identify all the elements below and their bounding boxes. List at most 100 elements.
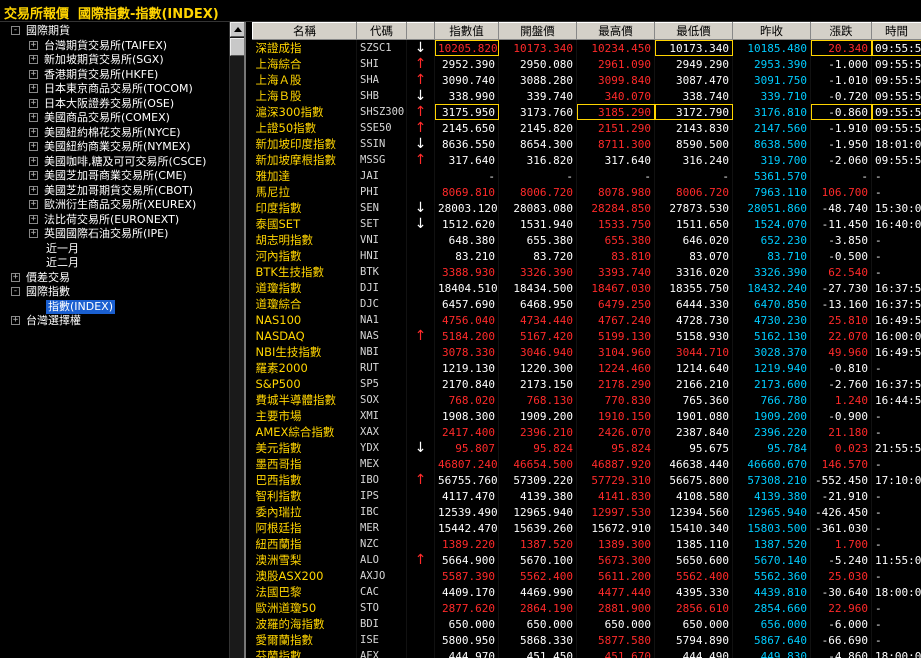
table-row[interactable]: NBI生技指數 NBI 3078.330 3046.940 3104.960 3044.7… (252, 344, 921, 360)
table-row[interactable]: 新加坡印度指數 SSIN ↓ 8636.550 8654.300 8711.300 8590… (252, 136, 921, 152)
tree-item[interactable]: + 美國芝加哥商業交易所(CME) (0, 169, 228, 184)
table-row[interactable]: 上海Ａ股 SHA ↑ 3090.740 3088.280 3099.840 3087.470… (252, 72, 921, 88)
market-tree: - 國際期貨 + 台灣期貨交易所(TAIFEX) + 新加坡期貨交易所(SGX) + 香港期貨… (0, 24, 228, 329)
table-row[interactable]: 羅素2000 RUT 1219.130 1220.300 1224.460 1214.64… (252, 360, 921, 376)
tree-item[interactable]: + 美國咖啡,糖及可可交易所(CSCE) (0, 155, 228, 170)
table-row[interactable]: 印度指數 SEN ↓ 28003.120 28083.080 28284.850 27873… (252, 200, 921, 216)
table-row[interactable]: 歐洲道瓊50 STO 2877.620 2864.190 2881.900 2856.61… (252, 600, 921, 616)
column-header[interactable]: 最低價 (654, 22, 733, 40)
table-row[interactable]: 滬深300指數 SHSZ300 ↑ 3175.950 3173.760 3185.290 3… (252, 104, 921, 120)
column-header[interactable]: 開盤價 (498, 22, 577, 40)
table-row[interactable]: S&P500 SP5 2170.840 2173.150 2178.290 2166.21… (252, 376, 921, 392)
cell-open: 8654.300 (498, 136, 577, 152)
table-row[interactable]: NASDAQ NAS ↑ 5184.200 5167.420 5199.130 5158.9… (252, 328, 921, 344)
collapse-minus-icon[interactable]: - (11, 287, 20, 296)
expand-plus-icon[interactable]: + (29, 171, 38, 180)
column-header[interactable]: 最高價 (576, 22, 655, 40)
expand-plus-icon[interactable]: + (29, 55, 38, 64)
table-row[interactable]: 墨西哥指 MEX 46807.240 46654.500 46887.920 46638.… (252, 456, 921, 472)
expand-plus-icon[interactable]: + (29, 84, 38, 93)
table-row[interactable]: 道瓊指數 DJI 18404.510 18434.500 18467.030 18355.… (252, 280, 921, 296)
tree-item[interactable]: + 美國商品交易所(COMEX) (0, 111, 228, 126)
tree-item[interactable]: 近一月 (0, 242, 228, 257)
index-code: MEX (356, 456, 407, 472)
expand-plus-icon[interactable]: + (29, 40, 38, 50)
table-row[interactable]: AMEX綜合指數 XAX 2417.400 2396.210 2426.070 2387.… (252, 424, 921, 440)
table-row[interactable]: 新加坡摩根指數 MSSG ↑ 317.640 316.820 317.640 316.240… (252, 152, 921, 168)
expand-plus-icon[interactable]: + (29, 127, 38, 137)
index-name: BTK生技指數 (252, 264, 357, 280)
table-row[interactable]: 美元指數 YDX ↓ 95.807 95.824 95.824 95.675 95.784 0.… (252, 440, 921, 456)
tree-item[interactable]: + 價差交易 (0, 271, 228, 286)
expand-plus-icon[interactable]: + (29, 185, 38, 195)
tree-item[interactable]: 近二月 (0, 256, 228, 271)
table-row[interactable]: 雅加達 JAI - - - -5361.570- - (252, 168, 921, 184)
expand-plus-icon[interactable]: + (29, 156, 38, 166)
table-row[interactable]: 澳洲雪梨 ALO ↑ 5664.900 5670.100 5673.300 5650.600… (252, 552, 921, 568)
tree-item[interactable]: + 新加坡期貨交易所(SGX) (0, 53, 228, 68)
expand-plus-icon[interactable]: + (11, 316, 20, 325)
column-header[interactable]: 代碼 (356, 22, 407, 40)
tree-item[interactable]: + 台灣期貨交易所(TAIFEX) (0, 39, 228, 54)
tree-vertical-scrollbar[interactable] (229, 22, 244, 658)
column-header[interactable]: 昨收 (732, 22, 811, 40)
tree-item[interactable]: - 國際期貨 (0, 24, 228, 39)
table-row[interactable]: 深證成指 SZSC1 ↓ 10205.820 10173.340 10234.450 101… (252, 39, 921, 56)
tree-item[interactable]: 指數(INDEX) (0, 299, 228, 314)
column-header[interactable] (406, 22, 435, 40)
table-row[interactable]: 委內瑞拉 IBC 12539.490 12965.940 12997.530 12394.… (252, 504, 921, 520)
expand-plus-icon[interactable]: + (29, 200, 38, 209)
expand-plus-icon[interactable]: + (29, 69, 38, 79)
table-row[interactable]: BTK生技指數 BTK 3388.930 3326.390 3393.740 3316.0… (252, 264, 921, 280)
table-row[interactable]: 胡志明指數 VNI 648.380 655.380 655.380 646.020 652.… (252, 232, 921, 248)
table-row[interactable]: NAS100 NA1 4756.040 4734.440 4767.240 4728.73… (252, 312, 921, 328)
tree-item[interactable]: + 台灣選擇權 (0, 314, 228, 329)
collapse-minus-icon[interactable]: - (11, 26, 20, 35)
expand-plus-icon[interactable]: + (29, 98, 38, 108)
tree-item[interactable]: - 國際指數 (0, 285, 228, 300)
cell-change: -361.030 (810, 520, 872, 536)
tree-item[interactable]: + 英國國際石油交易所(IPE) (0, 227, 228, 242)
expand-plus-icon[interactable]: + (29, 113, 38, 122)
scroll-thumb[interactable] (230, 38, 244, 56)
cell-change: -1.910 (810, 120, 872, 136)
tree-item[interactable]: + 日本東京商品交易所(TOCOM) (0, 82, 228, 97)
tree-item[interactable]: + 美國紐約商業交易所(NYMEX) (0, 140, 228, 155)
column-header[interactable]: 漲跌 (810, 22, 872, 40)
cell-low: 1214.640 (654, 360, 733, 376)
scroll-up-arrow-icon[interactable] (230, 22, 244, 37)
table-row[interactable]: 愛爾蘭指數 ISE 5800.950 5868.330 5877.580 5794.890… (252, 632, 921, 648)
table-row[interactable]: 紐西蘭指 NZC 1389.220 1387.520 1389.300 1385.110 1… (252, 536, 921, 552)
expand-plus-icon[interactable]: + (29, 214, 38, 224)
tree-item[interactable]: + 美國芝加哥期貨交易所(CBOT) (0, 184, 228, 199)
table-row[interactable]: 巴西指數 IBO ↑ 56755.760 57309.220 57729.310 56675… (252, 472, 921, 488)
table-row[interactable]: 上海綜合 SHI ↑ 2952.390 2950.080 2961.090 2949.290… (252, 56, 921, 72)
tree-item[interactable]: + 香港期貨交易所(HKFE) (0, 68, 228, 83)
table-row[interactable]: 阿根廷指 MER 15442.470 15639.260 15672.910 15410.… (252, 520, 921, 536)
table-row[interactable]: 費城半導體指數 SOX 768.020 768.130 770.830 765.360 76… (252, 392, 921, 408)
table-row[interactable]: 道瓊綜合 DJC 6457.690 6468.950 6479.250 6444.330 6… (252, 296, 921, 312)
expand-plus-icon[interactable]: + (11, 272, 20, 282)
tree-item[interactable]: + 歐洲衍生商品交易所(XEUREX) (0, 198, 228, 213)
tree-item[interactable]: + 法比荷交易所(EURONEXT) (0, 213, 228, 228)
table-row[interactable]: 法國巴黎 CAC 4409.170 4469.990 4477.440 4395.330 4… (252, 584, 921, 600)
table-row[interactable]: 澳股ASX200 AXJO 5587.390 5562.400 5611.200 5562… (252, 568, 921, 584)
table-row[interactable]: 上海Ｂ股 SHB ↓ 338.990 339.740 340.070 338.740 339.… (252, 88, 921, 104)
expand-plus-icon[interactable]: + (29, 142, 38, 151)
column-header[interactable]: 指數值 (434, 22, 499, 40)
table-row[interactable]: 馬尼拉 PHI 8069.810 8006.720 8078.980 8006.720 79… (252, 184, 921, 200)
table-row[interactable]: 河內指數 HNI 83.210 83.720 83.810 83.070 83.710 -0.… (252, 248, 921, 264)
tree-item[interactable]: + 日本大阪證券交易所(OSE) (0, 97, 228, 112)
column-header[interactable]: 名稱 (252, 22, 357, 40)
tree-item[interactable]: + 美國紐約棉花交易所(NYCE) (0, 126, 228, 141)
expand-plus-icon[interactable]: + (29, 229, 38, 238)
table-row[interactable]: 主要市場 XMI 1908.300 1909.200 1910.150 1901.080 1… (252, 408, 921, 424)
table-row[interactable]: 芬蘭指數 AEX 444.970 451.450 451.670 444.490 449.8… (252, 648, 921, 658)
table-row[interactable]: 泰國SET SET ↓ 1512.620 1531.940 1533.750 1511.65… (252, 216, 921, 232)
cell-high: 4477.440 (576, 584, 655, 600)
table-row[interactable]: 智利指數 IPS 4117.470 4139.380 4141.830 4108.580 4… (252, 488, 921, 504)
table-row[interactable]: 上證50指數 SSE50 ↑ 2145.650 2145.820 2151.290 2143… (252, 120, 921, 136)
column-header[interactable]: 時間 (871, 22, 921, 40)
table-row[interactable]: 波羅的海指數 BDI 650.000 650.000 650.000 650.000 656… (252, 616, 921, 632)
cell-value: 650.000 (434, 616, 499, 632)
